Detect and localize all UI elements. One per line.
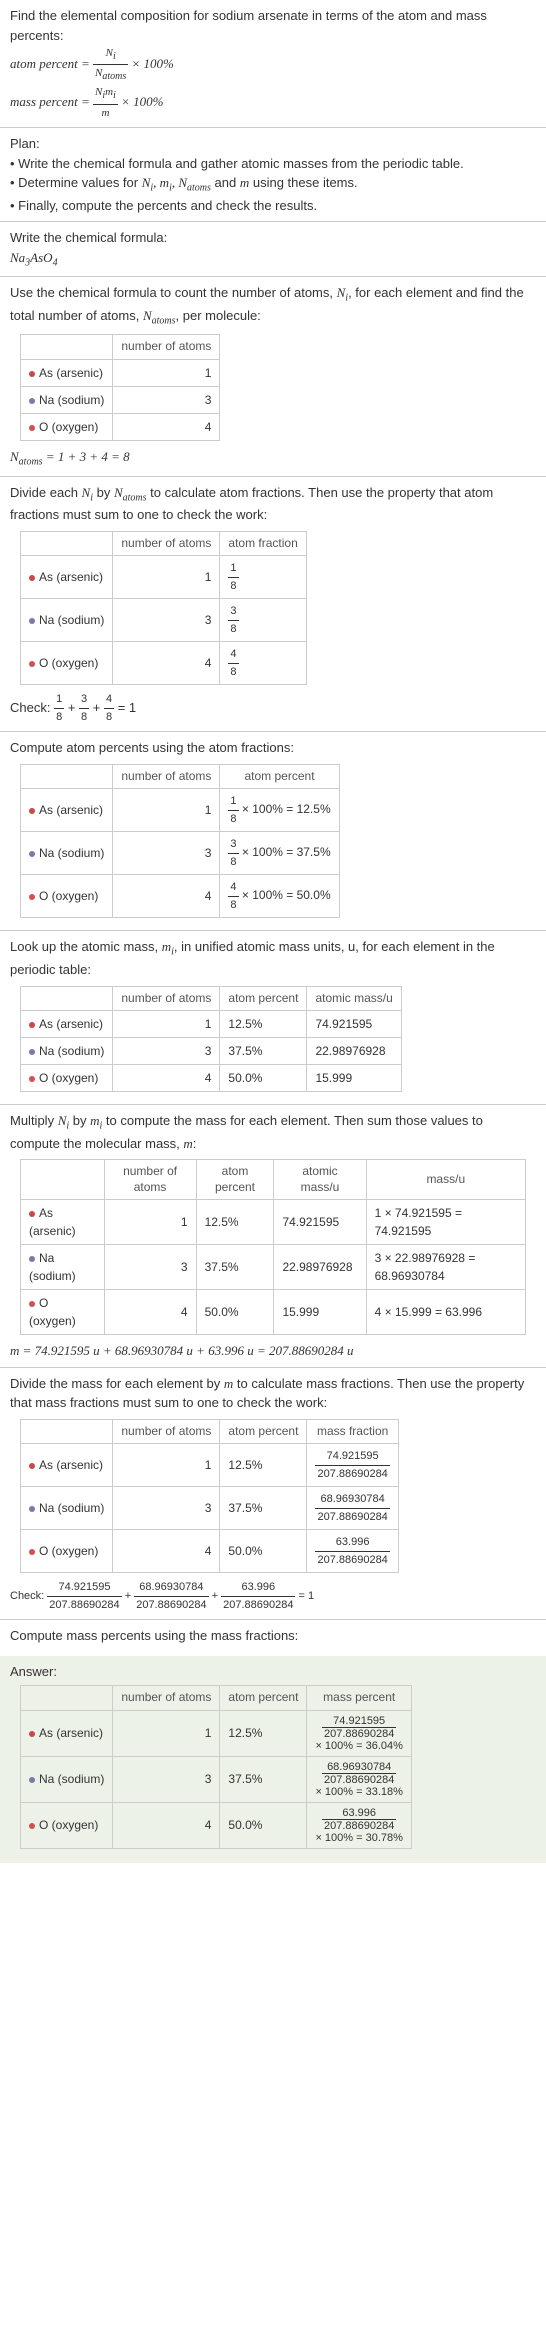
dot-icon bbox=[29, 661, 35, 667]
dot-icon bbox=[29, 1256, 35, 1262]
plan-h: Plan: bbox=[10, 136, 40, 151]
step-massfrac: Divide the mass for each element by m to… bbox=[0, 1368, 546, 1620]
table-answer: number of atomsatom percentmass percent … bbox=[20, 1685, 412, 1849]
atom-percent-eq: atom percent = NiNatoms × 100% bbox=[10, 56, 174, 71]
table-row: O (oxygen)448 × 100% = 50.0% bbox=[21, 875, 340, 918]
dot-icon bbox=[29, 1076, 35, 1082]
dot-icon bbox=[29, 851, 35, 857]
step-atomfrac: Divide each Ni by Natoms to calculate at… bbox=[0, 477, 546, 732]
plan-b1: • Write the chemical formula and gather … bbox=[10, 156, 464, 171]
table-row: Na (sodium)337.5%68.96930784207.88690284… bbox=[21, 1756, 412, 1802]
intro: Find the elemental composition for sodiu… bbox=[0, 0, 546, 127]
table-row: As (arsenic)118 bbox=[21, 556, 307, 599]
plan-b2: • Determine values for Ni, mi, Natoms an… bbox=[10, 175, 358, 190]
step-atompct: Compute atom percents using the atom fra… bbox=[0, 732, 546, 930]
table-atompct: number of atomsatom percent As (arsenic)… bbox=[20, 764, 340, 919]
step-masspct: Compute mass percents using the mass fra… bbox=[0, 1620, 546, 1652]
natoms-eq: Natoms = 1 + 3 + 4 = 8 bbox=[10, 449, 130, 464]
table-row: As (arsenic)112.5%74.9215951 × 74.921595… bbox=[21, 1200, 526, 1245]
table-row: Na (sodium)337.5%22.989769283 × 22.98976… bbox=[21, 1245, 526, 1290]
table-row: As (arsenic)112.5%74.921595207.88690284×… bbox=[21, 1710, 412, 1756]
table-row: As (arsenic)112.5%74.921595 bbox=[21, 1011, 402, 1038]
step-atommass: Look up the atomic mass, mi, in unified … bbox=[0, 931, 546, 1104]
check-mf: Check: 74.921595207.88690284 + 68.969307… bbox=[10, 1590, 314, 1602]
dot-icon bbox=[29, 894, 35, 900]
mass-percent-eq: mass percent = Nimim × 100% bbox=[10, 94, 164, 109]
table-row: O (oxygen)4 bbox=[21, 414, 220, 441]
dot-icon bbox=[29, 1301, 35, 1307]
m-eq: m = 74.921595 u + 68.96930784 u + 63.996… bbox=[10, 1343, 353, 1358]
dot-icon bbox=[29, 618, 35, 624]
dot-icon bbox=[29, 1777, 35, 1783]
table-row: O (oxygen)450.0%15.9994 × 15.999 = 63.99… bbox=[21, 1290, 526, 1335]
table-atomfrac: number of atomsatom fraction As (arsenic… bbox=[20, 531, 307, 686]
table-molmass: number of atomsatom percentatomic mass/u… bbox=[20, 1159, 526, 1335]
step-formula: Write the chemical formula: Na3AsO4 bbox=[0, 222, 546, 276]
dot-icon bbox=[29, 425, 35, 431]
step-molmass: Multiply Ni by mi to compute the mass fo… bbox=[0, 1105, 546, 1367]
table-row: Na (sodium)338 bbox=[21, 599, 307, 642]
chemical-formula: Na3AsO4 bbox=[10, 250, 58, 265]
dot-icon bbox=[29, 371, 35, 377]
table-row: As (arsenic)112.5%74.921595207.88690284 bbox=[21, 1444, 399, 1487]
step-count: Use the chemical formula to count the nu… bbox=[0, 277, 546, 475]
dot-icon bbox=[29, 1731, 35, 1737]
plan-b3: • Finally, compute the percents and chec… bbox=[10, 198, 317, 213]
dot-icon bbox=[29, 808, 35, 814]
dot-icon bbox=[29, 1211, 35, 1217]
dot-icon bbox=[29, 1463, 35, 1469]
table-row: As (arsenic)118 × 100% = 12.5% bbox=[21, 789, 340, 832]
dot-icon bbox=[29, 398, 35, 404]
table-count: number of atoms As (arsenic)1 Na (sodium… bbox=[20, 334, 220, 441]
answer-label: Answer: bbox=[10, 1664, 57, 1679]
dot-icon bbox=[29, 575, 35, 581]
table-row: O (oxygen)448 bbox=[21, 642, 307, 685]
dot-icon bbox=[29, 1022, 35, 1028]
table-row: Na (sodium)337.5%68.96930784207.88690284 bbox=[21, 1487, 399, 1530]
table-row: Na (sodium)338 × 100% = 37.5% bbox=[21, 832, 340, 875]
dot-icon bbox=[29, 1549, 35, 1555]
table-row: Na (sodium)3 bbox=[21, 387, 220, 414]
table-massfrac: number of atomsatom percentmass fraction… bbox=[20, 1419, 399, 1574]
table-row: As (arsenic)1 bbox=[21, 360, 220, 387]
plan: Plan: • Write the chemical formula and g… bbox=[0, 128, 546, 221]
check-af: Check: 18 + 38 + 48 = 1 bbox=[10, 700, 136, 715]
dot-icon bbox=[29, 1823, 35, 1829]
table-atommass: number of atomsatom percentatomic mass/u… bbox=[20, 986, 402, 1093]
table-row: Na (sodium)337.5%22.98976928 bbox=[21, 1038, 402, 1065]
dot-icon bbox=[29, 1506, 35, 1512]
answer-block: Answer: number of atomsatom percentmass … bbox=[0, 1656, 546, 1863]
intro-l1: Find the elemental composition for sodiu… bbox=[10, 8, 487, 43]
table-row: O (oxygen)450.0%63.996207.88690284× 100%… bbox=[21, 1802, 412, 1848]
table-row: O (oxygen)450.0%63.996207.88690284 bbox=[21, 1530, 399, 1573]
dot-icon bbox=[29, 1049, 35, 1055]
table-row: O (oxygen)450.0%15.999 bbox=[21, 1065, 402, 1092]
